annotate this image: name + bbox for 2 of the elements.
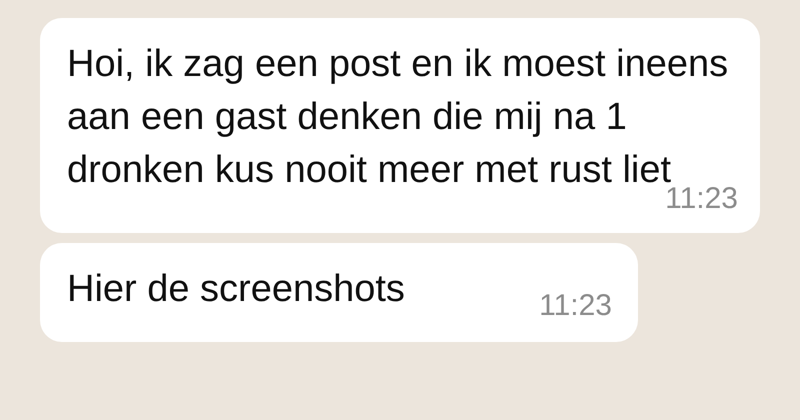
message-text: Hier de screenshots (67, 267, 405, 312)
message-time: 11:23 (539, 288, 612, 324)
